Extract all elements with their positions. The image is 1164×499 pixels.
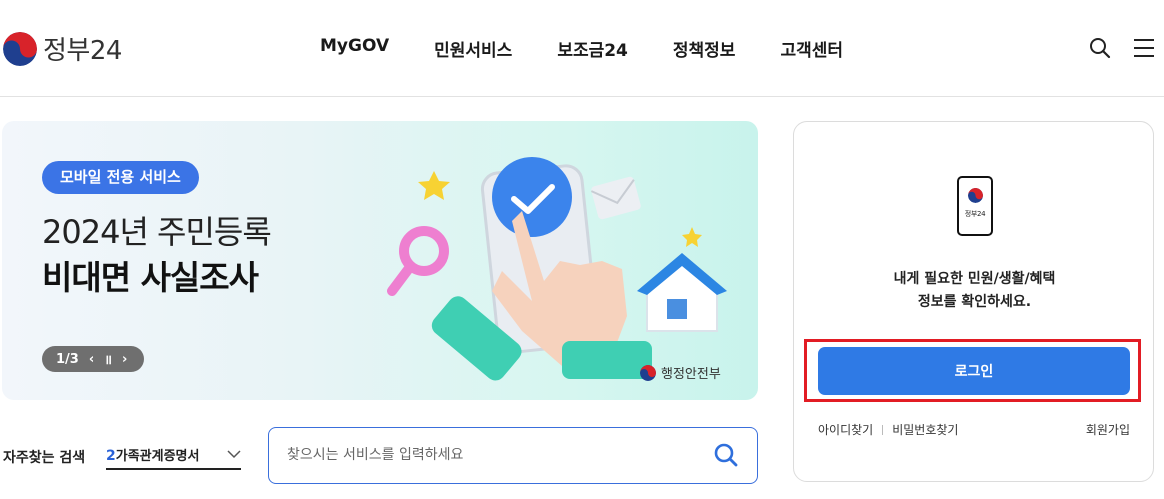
house-icon <box>637 253 727 332</box>
banner-pager: 1/3 ‹ ॥ › <box>42 346 144 372</box>
site-header: 정부24 MyGOV 민원서비스 보조금24 정책정보 고객센터 <box>0 0 1164 97</box>
logo-text: 정부24 <box>43 36 122 66</box>
mobile-phone-icon: 정부24 <box>957 176 993 236</box>
service-search-input[interactable] <box>287 428 707 482</box>
pager-pause-button[interactable]: ॥ <box>104 350 112 368</box>
taegeuk-icon <box>640 364 656 381</box>
find-id-link[interactable]: 아이디찾기 <box>818 421 873 438</box>
main-banner[interactable]: 모바일 전용 서비스 2024년 주민등록 비대면 사실조사 1/3 ‹ ॥ ›… <box>2 121 758 400</box>
banner-illustration <box>387 157 727 381</box>
phone-label: 정부24 <box>964 210 986 218</box>
search-submit-icon[interactable] <box>713 442 739 468</box>
nav-policy-info[interactable]: 정책정보 <box>673 36 736 61</box>
ministry-credit: 행정안전부 <box>640 363 721 382</box>
nav-subsidy24[interactable]: 보조금24 <box>557 36 628 61</box>
nav-civil-service[interactable]: 민원서비스 <box>434 36 512 61</box>
find-password-link[interactable]: 비밀번호찾기 <box>892 421 958 438</box>
login-links: 아이디찾기 비밀번호찾기 회원가입 <box>818 421 1130 438</box>
menu-icon[interactable] <box>1132 36 1156 60</box>
pager-next-button[interactable]: › <box>122 352 127 367</box>
frequent-search-dropdown[interactable]: 2가족관계증명서 <box>106 440 241 470</box>
frequent-value: 가족관계증명서 <box>115 448 200 464</box>
star-icon <box>418 171 450 200</box>
login-message-line1: 내게 필요한 민원/생활/혜택 <box>893 271 1056 287</box>
main-nav: MyGOV 민원서비스 보조금24 정책정보 고객센터 <box>320 36 888 61</box>
login-button[interactable]: 로그인 <box>818 347 1130 395</box>
search-icon[interactable] <box>1088 36 1112 60</box>
ministry-name: 행정안전부 <box>661 367 721 382</box>
banner-title: 2024년 주민등록 <box>42 213 272 251</box>
taegeuk-icon <box>968 188 983 203</box>
login-message: 내게 필요한 민원/생활/혜택 정보를 확인하세요. <box>794 268 1155 314</box>
magnifier-icon <box>387 226 449 296</box>
frequent-rank: 2 <box>106 447 116 464</box>
pager-prev-button[interactable]: ‹ <box>89 352 94 367</box>
nav-customer-center[interactable]: 고객센터 <box>780 36 843 61</box>
envelope-icon <box>590 176 641 220</box>
site-logo[interactable]: 정부24 <box>3 30 122 67</box>
star-icon <box>682 227 702 247</box>
banner-subtitle: 비대면 사실조사 <box>42 258 259 297</box>
signup-link[interactable]: 회원가입 <box>1086 421 1130 438</box>
frequent-search-label: 자주찾는 검색 <box>3 450 86 466</box>
pager-count: 1/3 <box>56 351 79 367</box>
chevron-down-icon <box>227 450 241 459</box>
banner-badge: 모바일 전용 서비스 <box>42 161 199 194</box>
service-search-box <box>268 427 758 484</box>
nav-mygov[interactable]: MyGOV <box>320 36 389 61</box>
taegeuk-logo-icon <box>3 31 37 66</box>
check-icon <box>492 157 572 237</box>
sleeve-right-icon <box>562 341 652 379</box>
login-message-line2: 정보를 확인하세요. <box>917 294 1032 310</box>
login-panel: 정부24 내게 필요한 민원/생활/혜택 정보를 확인하세요. 로그인 아이디찾… <box>793 121 1154 482</box>
link-divider <box>882 424 884 435</box>
